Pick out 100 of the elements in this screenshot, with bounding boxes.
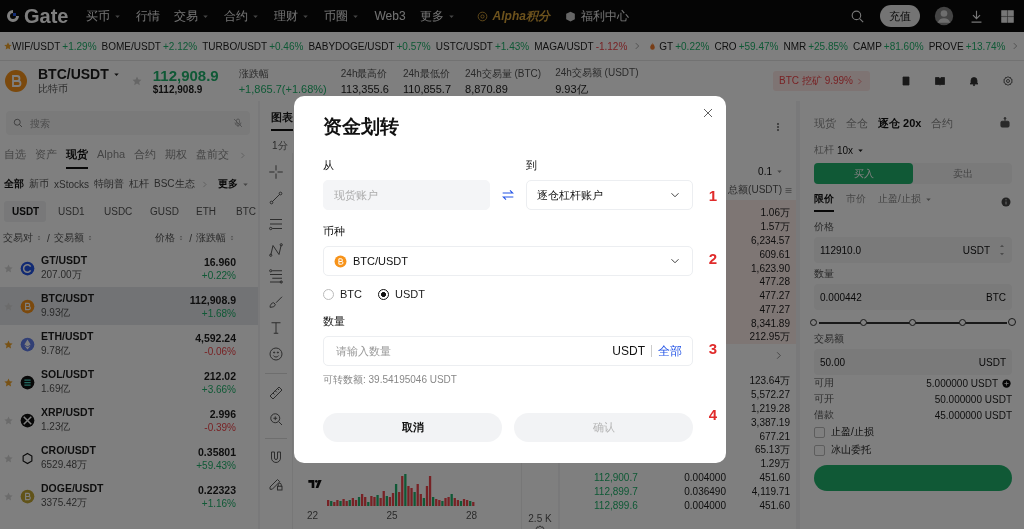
- trend-line-icon[interactable]: [267, 189, 285, 207]
- logo-icon[interactable]: [4, 7, 22, 25]
- radio-option[interactable]: BTC: [323, 288, 362, 300]
- ticker-pair[interactable]: MAGA/USDT: [534, 40, 594, 52]
- swap-icon[interactable]: [500, 187, 516, 203]
- ticker-pair[interactable]: BOME/USDT: [101, 40, 161, 52]
- avatar-icon[interactable]: [934, 6, 954, 26]
- market-row[interactable]: SOL/USDT 1.69亿 212.02 +3.66%: [0, 363, 258, 401]
- filter-tab[interactable]: BSC生态: [154, 177, 195, 191]
- menu-icon[interactable]: [784, 185, 793, 195]
- slider-node[interactable]: [810, 319, 817, 326]
- input-field[interactable]: 50.00 USDT: [814, 349, 1012, 375]
- ticker-pair[interactable]: CRO: [714, 40, 737, 52]
- order-type-tab[interactable]: 限价: [814, 192, 834, 212]
- open-book-icon[interactable]: [934, 75, 946, 87]
- checkbox[interactable]: [814, 426, 825, 438]
- filter-tab[interactable]: 全部: [4, 177, 24, 191]
- grid-icon[interactable]: [999, 7, 1016, 25]
- pair-symbol[interactable]: BTC/USDT: [38, 66, 109, 82]
- market-row[interactable]: DOGE/USDT 3375.42万 0.22323 +1.16%: [0, 477, 258, 515]
- brush-icon[interactable]: [267, 293, 285, 311]
- option-label[interactable]: 冰山委托: [831, 443, 871, 457]
- column-header[interactable]: 交易对: [3, 231, 33, 245]
- nav-menu-item[interactable]: 交易: [174, 7, 211, 25]
- deposit-button[interactable]: 充值: [880, 5, 920, 27]
- column-header[interactable]: 交易额: [53, 231, 84, 245]
- market-row[interactable]: ETH/USDT 9.78亿 4,592.24 -0.06%: [0, 325, 258, 363]
- logo-text[interactable]: Gate: [24, 4, 69, 28]
- filter-tab[interactable]: 杠杆: [129, 177, 149, 191]
- zoom-in-icon[interactable]: [267, 410, 285, 428]
- cancel-button[interactable]: 取消: [323, 413, 502, 442]
- quote-tab[interactable]: GUSD: [142, 201, 184, 222]
- filter-tab[interactable]: 特朗普: [94, 177, 124, 191]
- radio-option[interactable]: USDT: [378, 288, 425, 300]
- ticker-pair[interactable]: BABYDOGE/USDT: [308, 40, 395, 52]
- quote-tab[interactable]: USD1: [50, 201, 92, 222]
- market-tab[interactable]: Alpha: [97, 143, 126, 167]
- star-icon[interactable]: [3, 338, 14, 350]
- option-label[interactable]: 止盈/止损: [831, 425, 874, 439]
- market-row[interactable]: GT/USDT 207.00万 16.960 +0.22%: [0, 249, 258, 287]
- nav-menu-item[interactable]: 行情: [136, 7, 161, 25]
- info-icon[interactable]: [1000, 196, 1012, 208]
- ticker-pair[interactable]: USTC/USDT: [435, 40, 493, 52]
- crosshair-icon[interactable]: [267, 163, 285, 181]
- quantity-field[interactable]: 请输入数量 USDT 全部: [323, 336, 693, 366]
- column-header[interactable]: 涨跌幅: [196, 231, 226, 245]
- filter-tab[interactable]: 新币: [29, 177, 49, 191]
- market-row[interactable]: XRP/USDT 1.23亿 2.996 -0.39%: [0, 401, 258, 439]
- ticker-pair[interactable]: NMR: [783, 40, 807, 52]
- sort-icon[interactable]: [228, 234, 236, 242]
- quote-tab[interactable]: USDC: [96, 201, 138, 222]
- submit-button[interactable]: [814, 465, 1012, 491]
- smiley-icon[interactable]: [267, 345, 285, 363]
- robot-icon[interactable]: [998, 116, 1012, 130]
- star-icon[interactable]: [3, 376, 14, 388]
- nav-menu-item[interactable]: 买币: [86, 7, 123, 25]
- slider-node[interactable]: [958, 319, 966, 326]
- quote-tab[interactable]: BTC: [228, 201, 264, 222]
- slider-node[interactable]: [1008, 318, 1016, 326]
- quote-tab[interactable]: ETH: [188, 201, 224, 222]
- quantity-input[interactable]: 请输入数量: [334, 344, 607, 358]
- ticker-pair[interactable]: TURBO/USDT: [202, 40, 268, 52]
- slider-node[interactable]: [909, 319, 916, 326]
- nav-menu-item[interactable]: 合约: [224, 7, 261, 25]
- step-up-icon[interactable]: [998, 242, 1006, 250]
- margin-tab[interactable]: 逐仓 20x: [878, 115, 922, 131]
- input-field[interactable]: 0.000442 BTC: [814, 284, 1012, 310]
- ruler-icon[interactable]: [267, 384, 285, 402]
- sort-icon[interactable]: [35, 234, 43, 242]
- filter-tab[interactable]: xStocks: [54, 178, 89, 190]
- ticker-pair[interactable]: WIF/USDT: [12, 40, 61, 52]
- level-lines-icon[interactable]: [267, 267, 285, 285]
- nav-menu-item[interactable]: Alpha积分: [475, 7, 550, 25]
- book-icon[interactable]: [900, 75, 912, 87]
- market-tab[interactable]: 期权: [165, 141, 188, 169]
- star-icon[interactable]: [130, 75, 143, 87]
- checkbox[interactable]: [814, 444, 825, 456]
- currency-dropdown[interactable]: BTC/USDT: [323, 246, 693, 276]
- max-link[interactable]: 全部: [658, 342, 682, 360]
- slider-node[interactable]: [859, 319, 867, 326]
- nav-menu-item[interactable]: Web3: [374, 9, 406, 23]
- nav-menu-item[interactable]: 福利中心: [563, 7, 629, 25]
- bell-icon[interactable]: [968, 75, 980, 87]
- step-down-icon[interactable]: [998, 250, 1006, 258]
- more-dropdown[interactable]: 更多: [217, 177, 250, 191]
- input-field[interactable]: 112910.0 USDT: [814, 237, 1012, 263]
- nav-menu-item[interactable]: 理财: [274, 7, 311, 25]
- market-row[interactable]: BTC/USDT 9.93亿 112,908.9 +1.68%: [0, 287, 258, 325]
- nav-menu-item[interactable]: 币圈: [324, 7, 361, 25]
- add-icon[interactable]: [1001, 377, 1012, 389]
- ticker-pair[interactable]: CAMP: [852, 40, 882, 52]
- settings-icon[interactable]: [1002, 75, 1014, 87]
- ticker-pair[interactable]: GT: [659, 40, 674, 52]
- quote-tab[interactable]: USDT: [4, 201, 46, 222]
- precision-dropdown[interactable]: 0.1: [758, 166, 784, 177]
- nav-menu-item[interactable]: 更多: [419, 7, 456, 25]
- market-tab[interactable]: 现货: [66, 141, 88, 169]
- market-row[interactable]: CRO/USDT 6529.48万 0.35801 +59.43%: [0, 439, 258, 477]
- to-account-dropdown[interactable]: 逐仓杠杆账户: [526, 180, 693, 210]
- column-header[interactable]: 价格: [155, 231, 176, 245]
